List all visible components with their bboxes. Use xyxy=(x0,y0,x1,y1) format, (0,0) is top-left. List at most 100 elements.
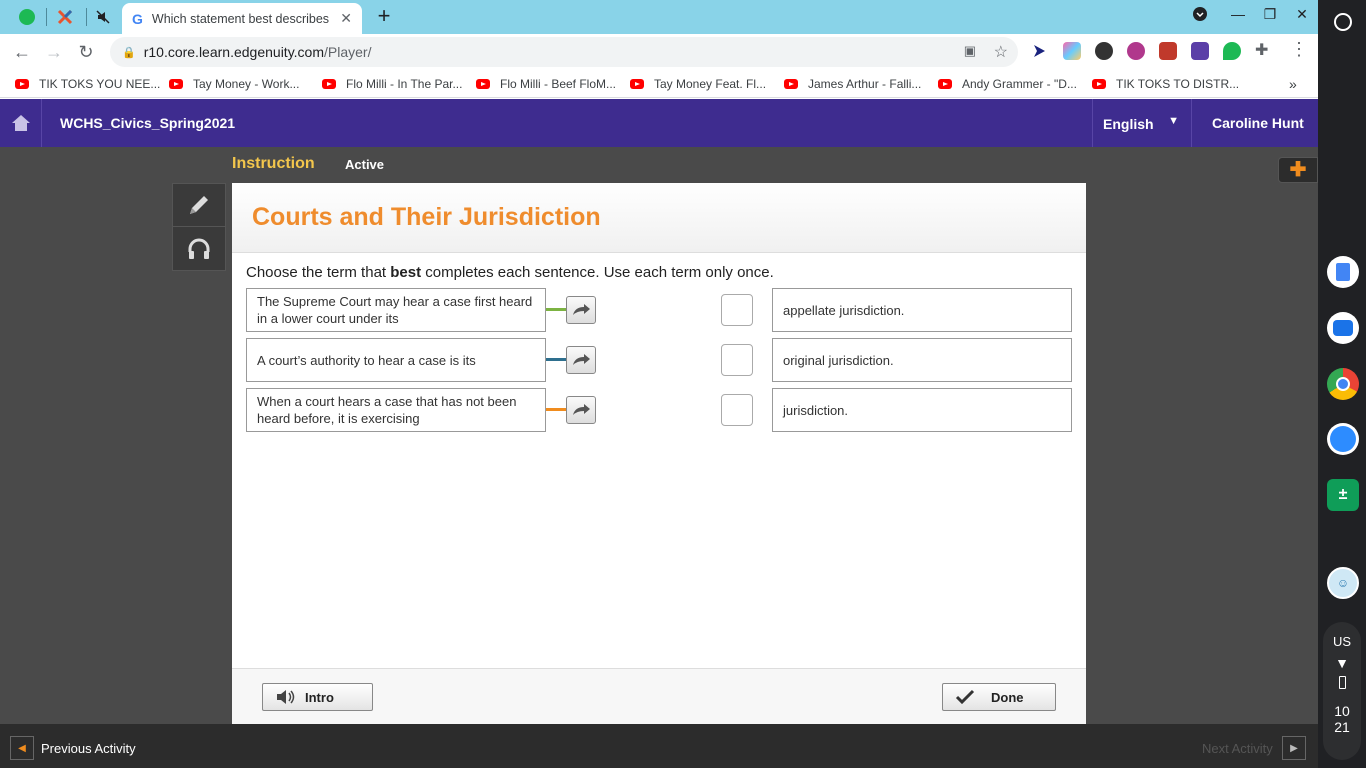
google-icon: G xyxy=(132,10,143,27)
match-arrow-button[interactable] xyxy=(566,296,596,324)
puzzle-extensions-icon[interactable]: ✚ xyxy=(1255,40,1268,60)
photo-extension-icon[interactable] xyxy=(1159,42,1177,60)
bookmark-item[interactable]: Flo Milli - In The Par... xyxy=(322,76,462,92)
answer-option[interactable]: appellate jurisdiction. xyxy=(772,288,1072,332)
minimize-button[interactable]: — xyxy=(1226,6,1250,28)
cursor-extension-icon[interactable] xyxy=(1030,42,1048,60)
answer-option[interactable]: jurisdiction. xyxy=(772,388,1072,432)
browser-toolbar: ← → ↻ 🔒 r10.core.learn.edgenuity.com/Pla… xyxy=(0,34,1318,70)
avatar-extension-icon[interactable] xyxy=(1095,42,1113,60)
bookmark-item[interactable]: Flo Milli - Beef FloM... xyxy=(476,76,616,92)
pink-extension-icon[interactable] xyxy=(1127,42,1145,60)
youtube-icon xyxy=(169,79,183,89)
camera-app[interactable] xyxy=(1327,312,1359,344)
activity-prompt: Choose the term that best completes each… xyxy=(246,264,774,281)
bookmark-star-icon[interactable]: ☆ xyxy=(994,42,1008,62)
bookmark-item[interactable]: James Arthur - Falli... xyxy=(784,76,921,92)
previous-activity-label[interactable]: Previous Activity xyxy=(41,741,136,756)
player-stage: Instruction Active ✚ Courts and Their Ju… xyxy=(0,147,1318,724)
colorful-extension-icon[interactable] xyxy=(1063,42,1081,60)
docs-icon xyxy=(1336,263,1350,281)
chrome-menu-icon[interactable]: ⋮ xyxy=(1290,39,1308,60)
done-button[interactable]: Done xyxy=(942,683,1056,711)
match-arrow-button[interactable] xyxy=(566,396,596,424)
avatar-icon: ☺ xyxy=(1336,576,1350,590)
forward-button[interactable]: → xyxy=(42,40,66,64)
more-bookmarks-icon[interactable]: » xyxy=(1289,76,1297,92)
intro-button[interactable]: Intro xyxy=(262,683,373,711)
sentence-stem[interactable]: When a court hears a case that has not b… xyxy=(246,388,546,432)
chrome-app[interactable] xyxy=(1327,368,1359,400)
muted-tab[interactable] xyxy=(83,4,123,30)
youtube-icon xyxy=(322,79,336,89)
expand-plus-button[interactable]: ✚ xyxy=(1278,157,1318,183)
launcher-button[interactable] xyxy=(1327,6,1359,38)
calculator-icon: ± xyxy=(1338,486,1348,503)
headphones-icon xyxy=(188,238,210,259)
headphones-tool-button[interactable] xyxy=(173,227,225,270)
home-button[interactable] xyxy=(0,99,42,147)
spotify-tab[interactable] xyxy=(7,4,47,30)
address-bar[interactable]: 🔒 r10.core.learn.edgenuity.com/Player/ ☆… xyxy=(110,37,1018,67)
next-activity-button[interactable]: ▶ xyxy=(1282,736,1306,760)
calculator-app[interactable]: ± xyxy=(1327,479,1359,511)
drop-target[interactable] xyxy=(721,344,753,376)
answer-option[interactable]: original jurisdiction. xyxy=(772,338,1072,382)
youtube-icon xyxy=(1092,79,1106,89)
new-tab-button[interactable]: + xyxy=(372,5,396,29)
cube-extension-icon[interactable] xyxy=(1191,42,1209,60)
match-arrow-button[interactable] xyxy=(566,346,596,374)
green-extension-icon[interactable] xyxy=(1223,42,1241,60)
bookmark-item[interactable]: TIK TOKS TO DISTR... xyxy=(1092,76,1239,92)
close-window-button[interactable]: ✕ xyxy=(1290,6,1314,28)
reload-button[interactable]: ↻ xyxy=(74,40,98,64)
youtube-icon xyxy=(476,79,490,89)
drop-target[interactable] xyxy=(721,394,753,426)
pencil-icon xyxy=(190,196,208,214)
previous-activity-button[interactable]: ◀ xyxy=(10,736,34,760)
status-tray[interactable]: US ▼ 10 21 xyxy=(1323,622,1361,760)
bookmark-item[interactable]: Tay Money Feat. Fl... xyxy=(630,76,766,92)
keyboard-locale: US xyxy=(1332,634,1352,649)
connector-line xyxy=(546,358,566,361)
bookmark-item[interactable]: Andy Grammer - "D... xyxy=(938,76,1077,92)
language-select[interactable]: English ▼ xyxy=(1092,99,1192,147)
zoom-app[interactable] xyxy=(1327,423,1359,455)
battery-icon xyxy=(1338,676,1346,689)
muted-speaker-icon xyxy=(96,10,110,24)
connector-line xyxy=(546,408,566,411)
home-icon xyxy=(11,115,30,131)
activity-title: Courts and Their Jurisdiction xyxy=(252,203,601,231)
pinned-tab-x[interactable] xyxy=(45,4,85,30)
activity-panel: Courts and Their Jurisdiction Choose the… xyxy=(232,183,1086,724)
bottom-navigation: ◀ Previous Activity Next Activity ▶ xyxy=(0,724,1318,768)
bookmark-item[interactable]: Tay Money - Work... xyxy=(169,76,299,92)
next-activity-label: Next Activity xyxy=(1202,741,1273,756)
chevron-down-icon: ▼ xyxy=(1168,115,1179,127)
wifi-icon: ▼ xyxy=(1335,655,1349,671)
status-label: Active xyxy=(345,157,385,172)
bookmarks-bar: TIK TOKS YOU NEE... Tay Money - Work... … xyxy=(0,70,1318,98)
docs-app[interactable] xyxy=(1327,256,1359,288)
drop-target[interactable] xyxy=(721,294,753,326)
spotify-icon xyxy=(19,9,35,25)
os-shelf: ± ☺ US ▼ 10 21 xyxy=(1318,0,1366,768)
pencil-tool-button[interactable] xyxy=(173,184,225,227)
url-text: r10.core.learn.edgenuity.com/Player/ xyxy=(143,44,372,60)
curved-arrow-icon xyxy=(573,354,590,365)
checkmark-icon xyxy=(955,689,975,705)
browser-window: G Which statement best describes ✕ + — ❐… xyxy=(0,0,1318,768)
back-button[interactable]: ← xyxy=(10,40,34,64)
restore-button[interactable]: ❐ xyxy=(1258,6,1282,28)
bookmark-item[interactable]: TIK TOKS YOU NEE... xyxy=(15,76,160,92)
blocked-popup-icon[interactable]: ▣ xyxy=(964,43,976,59)
sentence-stem[interactable]: The Supreme Court may hear a case first … xyxy=(246,288,546,332)
tab-strip: G Which statement best describes ✕ + — ❐… xyxy=(0,0,1318,34)
profile-avatar[interactable]: ☺ xyxy=(1327,567,1359,599)
user-name[interactable]: Caroline Hunt xyxy=(1212,115,1304,131)
sentence-stem[interactable]: A court’s authority to hear a case is it… xyxy=(246,338,546,382)
tab-search-button[interactable] xyxy=(1188,6,1212,28)
launcher-circle-icon xyxy=(1334,13,1352,31)
close-tab-icon[interactable]: ✕ xyxy=(340,10,352,27)
active-tab[interactable]: G Which statement best describes ✕ xyxy=(122,3,362,34)
